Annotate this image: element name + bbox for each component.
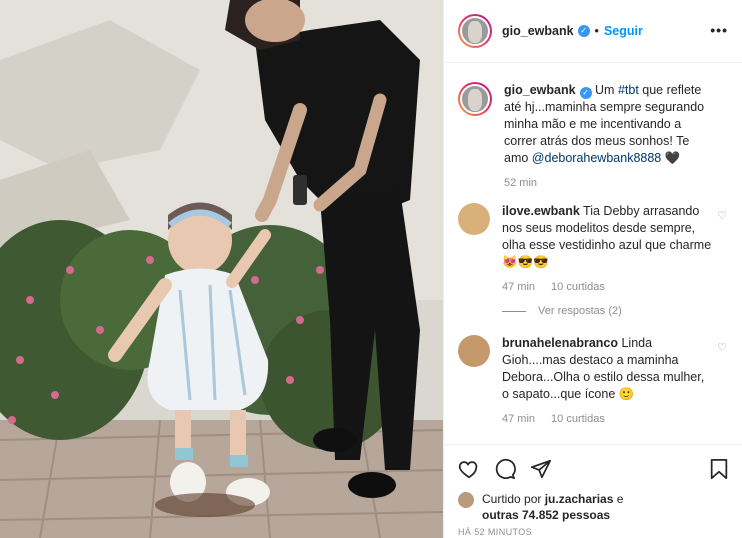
comment-item: brunahelenabranco Linda Gioh....mas dest… <box>458 335 729 425</box>
commenter-avatar[interactable] <box>458 203 490 235</box>
post-header: gio_ewbank ✓ • Seguir ••• <box>444 0 742 63</box>
verified-icon: ✓ <box>577 25 590 37</box>
replies-divider <box>502 310 526 312</box>
comment-icon[interactable] <box>494 458 516 480</box>
caption-time[interactable]: 52 min <box>504 177 537 189</box>
comment-text: ilove.ewbank Tia Debby arrasando nos seu… <box>502 203 712 271</box>
commenter-username[interactable]: brunahelenabranco <box>502 336 618 350</box>
view-replies[interactable]: Ver respostas (2) <box>502 305 729 317</box>
commenter-username[interactable]: ilove.ewbank <box>502 204 580 218</box>
comment-meta: 47 min 10 curtidas <box>502 413 712 425</box>
hashtag-link[interactable]: #tbt <box>618 83 639 97</box>
post-photo[interactable] <box>0 0 443 538</box>
liked-by-prefix: Curtido por <box>482 492 545 506</box>
commenter-avatar[interactable] <box>458 335 490 367</box>
comment-time[interactable]: 47 min <box>502 413 535 425</box>
comment-time[interactable]: 47 min <box>502 281 535 293</box>
comment-meta: 47 min 10 curtidas <box>502 281 712 293</box>
instagram-post: gio_ewbank ✓ • Seguir ••• gio_ewbank ✓ Um… <box>0 0 742 538</box>
more-options-icon[interactable]: ••• <box>710 22 728 38</box>
caption-text: gio_ewbank ✓ Um #tbt que reflete até hj..… <box>504 82 714 167</box>
comment-item: ilove.ewbank Tia Debby arrasando nos seu… <box>458 203 729 293</box>
share-icon[interactable] <box>530 458 552 480</box>
comments-area[interactable]: gio_ewbank ✓ Um #tbt que reflete até hj..… <box>444 64 742 444</box>
liked-by-middle: e <box>613 492 624 506</box>
post-side-panel: gio_ewbank ✓ • Seguir ••• gio_ewbank ✓ Um… <box>443 0 742 538</box>
comment-heart-icon[interactable]: ♡ <box>717 341 727 354</box>
post-timestamp[interactable]: HÁ 52 MINUTOS <box>458 527 729 537</box>
liker-username[interactable]: ju.zacharias <box>545 492 614 506</box>
author-avatar[interactable] <box>458 14 492 48</box>
liked-by: Curtido por ju.zacharias e outras 74.852… <box>458 491 729 523</box>
likes-count-link[interactable]: outras 74.852 pessoas <box>482 508 610 522</box>
author-username[interactable]: gio_ewbank <box>502 24 574 38</box>
action-bar <box>458 455 729 483</box>
caption-meta: 52 min <box>504 177 714 189</box>
bookmark-icon[interactable] <box>709 458 729 480</box>
post-actions: Curtido por ju.zacharias e outras 74.852… <box>444 444 742 538</box>
comment-text: brunahelenabranco Linda Gioh....mas dest… <box>502 335 712 403</box>
caption-username[interactable]: gio_ewbank <box>504 83 576 97</box>
view-replies-label[interactable]: Ver respostas (2) <box>538 305 622 317</box>
caption-part: Um <box>591 83 618 97</box>
heart-icon[interactable] <box>458 458 480 480</box>
liker-avatar[interactable] <box>458 492 474 508</box>
verified-icon: ✓ <box>579 87 592 99</box>
mention-link[interactable]: @deborahewbank8888 <box>532 151 661 165</box>
photo-illustration <box>0 0 443 538</box>
comment-likes[interactable]: 10 curtidas <box>551 413 605 425</box>
header-separator: • <box>594 24 599 38</box>
comment-heart-icon[interactable]: ♡ <box>717 209 727 222</box>
follow-button[interactable]: Seguir <box>604 24 643 38</box>
caption: gio_ewbank ✓ Um #tbt que reflete até hj..… <box>458 82 729 189</box>
caption-avatar[interactable] <box>458 82 492 116</box>
comment-likes[interactable]: 10 curtidas <box>551 281 605 293</box>
caption-emoji: 🖤 <box>661 151 681 165</box>
